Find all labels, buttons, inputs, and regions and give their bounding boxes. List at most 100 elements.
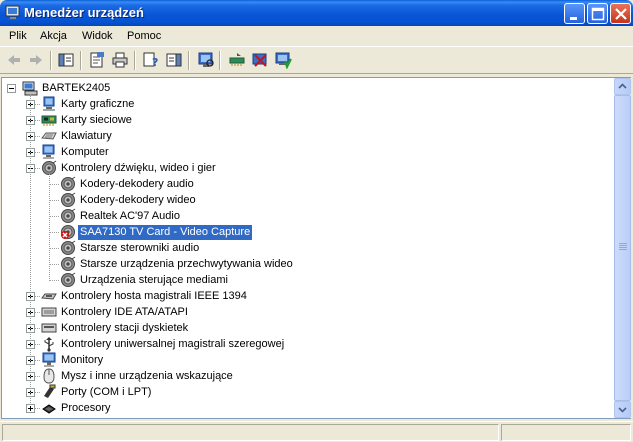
tree-connector [35,312,40,313]
tree-connector [35,392,40,393]
vertical-scrollbar[interactable] [614,78,631,418]
keyboard-icon [41,128,57,144]
title-bar[interactable]: Menedżer urządzeń [0,0,633,26]
close-icon [615,8,627,20]
tree-connector [49,264,59,265]
maximize-button[interactable] [587,3,608,24]
ide-icon [41,304,57,320]
tree-item[interactable]: Starsze urządzenia przechwytywania wideo [2,256,614,272]
processor-icon [41,400,57,416]
tree-item[interactable]: Komputer [2,144,614,160]
tree-item[interactable]: Klawiatury [2,128,614,144]
enable-device-icon[interactable] [274,51,292,69]
scan-hardware-icon[interactable] [197,51,215,69]
tree-item[interactable]: Kodery-dekodery audio [2,176,614,192]
display-icon [41,96,57,112]
tree-connector [49,248,59,249]
scroll-up-button[interactable] [614,78,631,95]
speaker-icon [60,256,76,272]
maximize-icon [591,7,605,21]
speaker-icon [60,272,76,288]
toolbar: ? [0,46,633,74]
tree-item[interactable]: Monitory [2,352,614,368]
network-card-icon [41,112,57,128]
tree-connector [35,328,40,329]
tree-item-label: Realtek AC'97 Audio [80,210,180,222]
menu-pomoc[interactable]: Pomoc [127,30,161,42]
tree-item-label: Starsze sterowniki audio [80,242,200,254]
tree-connector [35,136,40,137]
device-tree: BARTEK2405 Karty graficzne Karty sieciowe K… [2,78,614,418]
menu-bar: Plik Akcja Widok Pomoc [0,26,633,46]
print-icon[interactable] [111,51,129,69]
tree-item-selected[interactable]: SAA7130 TV Card - Video Capture [2,224,614,240]
window-title: Menedżer urządzeń [24,5,144,20]
tree-item[interactable]: Realtek AC'97 Audio [2,208,614,224]
chevron-up-icon [618,83,627,89]
tree-item-label: Kontrolery dźwięku, wideo i gier [61,162,216,174]
tree-connector [35,376,40,377]
floppy-controller-icon [41,320,57,336]
toolbar-separator [134,51,136,70]
tree-item-label: Kodery-dekodery audio [80,178,194,190]
update-driver-icon[interactable] [228,51,246,69]
tree-connector [35,120,40,121]
tree-connector [49,184,59,185]
uninstall-icon[interactable] [251,51,269,69]
close-button[interactable] [610,3,631,24]
toolbar-separator [80,51,82,70]
expand-icon[interactable] [26,404,35,413]
tree-connector [49,232,59,233]
tree-item[interactable]: Kodery-dekodery wideo [2,192,614,208]
mouse-icon [41,368,57,384]
tree-connector [35,168,40,169]
tree-item[interactable]: Kontrolery IDE ATA/ATAPI [2,304,614,320]
tree-item-label: Komputer [61,146,109,158]
speaker-icon [60,176,76,192]
tree-item-label: Klawiatury [61,130,112,142]
collapse-icon[interactable] [7,84,16,93]
tree-item[interactable]: Kontrolery stacji dyskietek [2,320,614,336]
tree-item[interactable]: Urządzenia sterujące mediami [2,272,614,288]
tree-item-label: Procesory [61,402,111,414]
tree-root[interactable]: BARTEK2405 [2,80,614,96]
tree-item[interactable]: Kontrolery uniwersalnej magistrali szere… [2,336,614,352]
menu-akcja[interactable]: Akcja [40,30,67,42]
device-tree-panel: BARTEK2405 Karty graficzne Karty sieciowe K… [1,77,631,419]
back-arrow-icon[interactable] [5,51,23,69]
menu-plik[interactable]: Plik [9,30,27,42]
speaker-icon [60,208,76,224]
scroll-thumb[interactable] [614,95,631,401]
tree-item-label: Porty (COM i LPT) [61,386,152,398]
tree-item-label: Karty sieciowe [61,114,132,126]
tree-item[interactable]: Porty (COM i LPT) [2,384,614,400]
tree-item[interactable]: Karty sieciowe [2,112,614,128]
tree-connector [49,280,59,281]
controller-icon [41,288,57,304]
tree-item-label: Karty graficzne [61,98,135,110]
speaker-icon [60,192,76,208]
tree-item-label: Kontrolery uniwersalnej magistrali szere… [61,338,285,350]
tree-item-label: Kontrolery stacji dyskietek [61,322,189,334]
disabled-speaker-icon [60,224,76,240]
forward-arrow-icon[interactable] [27,51,45,69]
tree-connector [49,216,59,217]
tree-item[interactable]: Starsze sterowniki audio [2,240,614,256]
tree-item[interactable]: Kontrolery hosta magistrali IEEE 1394 [2,288,614,304]
action-pane-icon[interactable] [165,51,183,69]
scroll-down-button[interactable] [614,401,631,418]
tree-item[interactable]: Kontrolery dźwięku, wideo i gier [2,160,614,176]
tree-connector [35,360,40,361]
svg-text:?: ? [152,56,158,69]
menu-widok[interactable]: Widok [82,30,113,42]
tree-connector [35,152,40,153]
tree-item-label: Starsze urządzenia przechwytywania wideo [80,258,293,270]
properties-icon[interactable] [88,51,106,69]
tree-item[interactable]: Mysz i inne urządzenia wskazujące [2,368,614,384]
console-tree-icon[interactable] [57,51,75,69]
tree-connector [49,174,50,281]
tree-item[interactable]: Karty graficzne [2,96,614,112]
minimize-button[interactable] [564,3,585,24]
tree-item[interactable]: Procesory [2,400,614,416]
help-icon[interactable]: ? [142,51,160,69]
